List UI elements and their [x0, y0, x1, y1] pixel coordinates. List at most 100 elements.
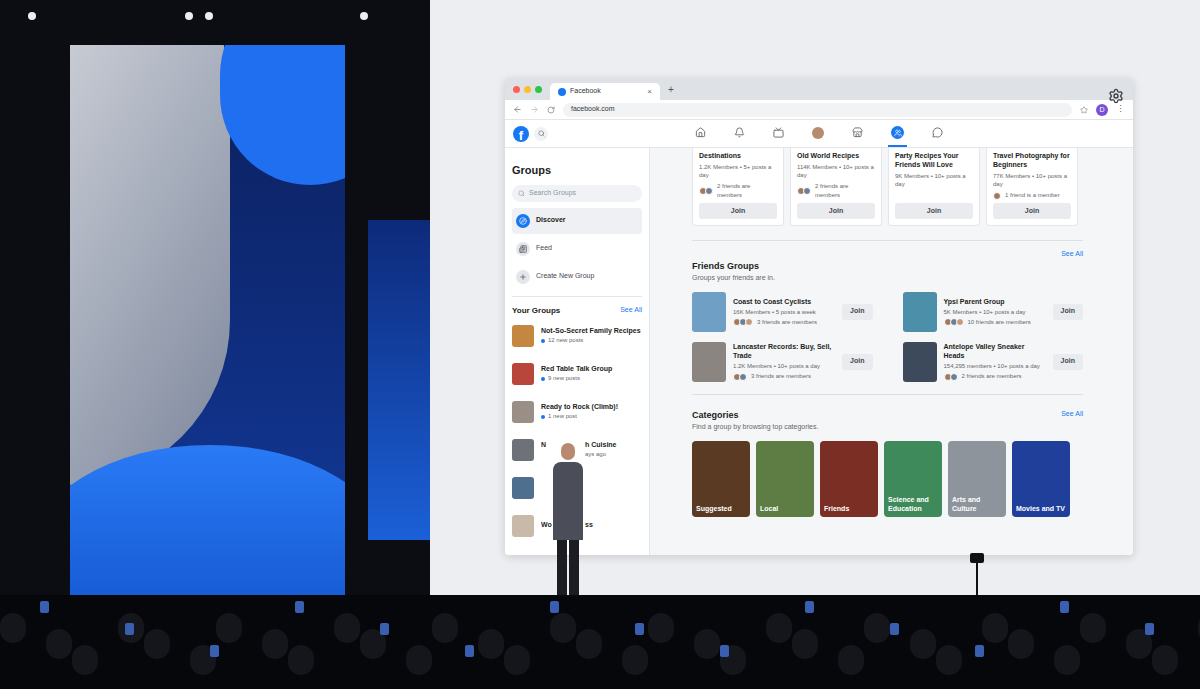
- sidebar-item[interactable]: Discover: [512, 208, 642, 234]
- browser-window: Facebook× + facebook.com D ⋮ f Groups Search Gr…: [505, 78, 1133, 555]
- friends-group-item[interactable]: Coast to Coast Cyclists16K Members • 5 p…: [692, 292, 873, 332]
- sidebar-item-icon: [519, 245, 527, 253]
- join-button[interactable]: Join: [797, 203, 875, 219]
- join-button[interactable]: Join: [699, 203, 777, 219]
- friends-group-item[interactable]: Ypsi Parent Group5K Members • 10+ posts …: [903, 292, 1084, 332]
- side-display-strip: [368, 220, 430, 540]
- group-card[interactable]: Old World Recipes114K Members • 10+ post…: [790, 148, 882, 226]
- back-icon[interactable]: [513, 105, 522, 114]
- friends-group-item[interactable]: Antelope Valley Sneaker Heads154,295 mem…: [903, 342, 1084, 382]
- unread-dot: [541, 339, 545, 343]
- page-body: Groups Search Groups DiscoverFeedCreate Ne…: [505, 148, 1133, 555]
- friends-groups-grid: Coast to Coast Cyclists16K Members • 5 p…: [692, 292, 1083, 382]
- nav-icon: [734, 127, 745, 138]
- nav-item[interactable]: [770, 120, 787, 147]
- phone-screen: [465, 645, 474, 657]
- presenter: [553, 443, 583, 600]
- group-card[interactable]: Travel Photography forBeginners77K Membe…: [986, 148, 1078, 226]
- facebook-logo[interactable]: f: [513, 126, 529, 142]
- friend-avatars: [944, 318, 962, 326]
- category-tile[interactable]: Movies and TV: [1012, 441, 1070, 517]
- reload-icon[interactable]: [547, 106, 555, 114]
- section-subtitle: Find a group by browsing top categories.: [692, 422, 818, 433]
- close-dot[interactable]: [513, 86, 520, 93]
- friend-avatars: [699, 187, 711, 195]
- audience-head: [1054, 645, 1080, 675]
- section-title: Friends Groups: [692, 260, 1083, 274]
- group-row[interactable]: Red Table Talk Group9 new posts: [512, 355, 642, 393]
- browser-tab[interactable]: Facebook×: [550, 83, 660, 100]
- search-groups-field[interactable]: Search Groups: [512, 185, 642, 202]
- nav-item[interactable]: [888, 120, 907, 147]
- audience-head: [838, 645, 864, 675]
- sidebar-item[interactable]: Create New Group: [512, 264, 642, 290]
- join-button[interactable]: Join: [993, 203, 1071, 219]
- join-button[interactable]: Join: [1053, 354, 1083, 370]
- join-button[interactable]: Join: [842, 354, 872, 370]
- category-tile[interactable]: Local: [756, 441, 814, 517]
- group-card[interactable]: Party Recipes YourFriends Will Love9K Me…: [888, 148, 980, 226]
- see-all-link[interactable]: See All: [620, 305, 642, 316]
- join-button[interactable]: Join: [842, 304, 872, 320]
- sidebar-item[interactable]: Feed: [512, 236, 642, 262]
- friend-avatar: [803, 187, 811, 195]
- friend-avatars: [733, 373, 745, 381]
- group-thumbnail: [512, 477, 534, 499]
- audience-head: [864, 613, 890, 643]
- friend-avatars: [733, 318, 751, 326]
- phone-screen: [890, 623, 899, 635]
- nav-item[interactable]: [692, 120, 709, 147]
- audience-head: [504, 645, 530, 675]
- address-bar: facebook.com D ⋮: [505, 100, 1133, 120]
- settings-gear-icon[interactable]: [1108, 88, 1124, 104]
- nav-item[interactable]: [809, 120, 827, 147]
- friends-group-item[interactable]: Lancaster Records: Buy, Sell, Trade1.2K …: [692, 342, 873, 382]
- url-field[interactable]: facebook.com: [563, 103, 1072, 117]
- tab-close[interactable]: ×: [647, 86, 652, 98]
- see-all-link[interactable]: See All: [1061, 249, 1083, 260]
- camera-stand: [970, 553, 984, 563]
- phone-screen: [805, 601, 814, 613]
- phone-screen: [295, 601, 304, 613]
- group-row[interactable]: Not-So-Secret Family Recipes12 new posts: [512, 317, 642, 355]
- search-button[interactable]: [534, 127, 548, 141]
- nav-item[interactable]: [849, 120, 866, 147]
- friend-avatar: [705, 187, 713, 195]
- facebook-header: f: [505, 120, 1133, 148]
- see-all-link[interactable]: See All: [1061, 409, 1083, 420]
- group-row[interactable]: Ready to Rock (Climb)!1 new post: [512, 393, 642, 431]
- sidebar-title: Groups: [512, 162, 642, 179]
- profile-avatar[interactable]: D: [1096, 104, 1108, 116]
- friend-avatars: [797, 187, 809, 195]
- your-groups-title: Your Groups: [512, 305, 560, 317]
- group-card[interactable]: Destinations1.2K Members • 5+ posts a da…: [692, 148, 784, 226]
- stage-light: [205, 12, 213, 20]
- side-display: [70, 45, 345, 595]
- category-tile[interactable]: Suggested: [692, 441, 750, 517]
- audience-head: [72, 645, 98, 675]
- phone-screen: [125, 623, 134, 635]
- join-button[interactable]: Join: [895, 203, 973, 219]
- bookmark-star-icon[interactable]: [1080, 106, 1088, 114]
- stage-light: [185, 12, 193, 20]
- sidebar-item-icon: [519, 217, 527, 225]
- category-tile[interactable]: Science and Education: [884, 441, 942, 517]
- category-tile[interactable]: Arts and Culture: [948, 441, 1006, 517]
- audience-head: [1008, 629, 1034, 659]
- phone-screen: [720, 645, 729, 657]
- nav-item[interactable]: [929, 120, 946, 147]
- minimize-dot[interactable]: [524, 86, 531, 93]
- audience-head: [288, 645, 314, 675]
- audience-head: [46, 629, 72, 659]
- join-button[interactable]: Join: [1053, 304, 1083, 320]
- category-tile[interactable]: Friends: [820, 441, 878, 517]
- stage-light: [28, 12, 36, 20]
- suggested-cards: Destinations1.2K Members • 5+ posts a da…: [692, 148, 1083, 226]
- audience-head: [478, 629, 504, 659]
- phone-screen: [975, 645, 984, 657]
- new-tab-button[interactable]: +: [668, 82, 674, 97]
- nav-item[interactable]: [731, 120, 748, 147]
- browser-menu[interactable]: ⋮: [1116, 105, 1125, 114]
- zoom-dot[interactable]: [535, 86, 542, 93]
- forward-icon[interactable]: [530, 105, 539, 114]
